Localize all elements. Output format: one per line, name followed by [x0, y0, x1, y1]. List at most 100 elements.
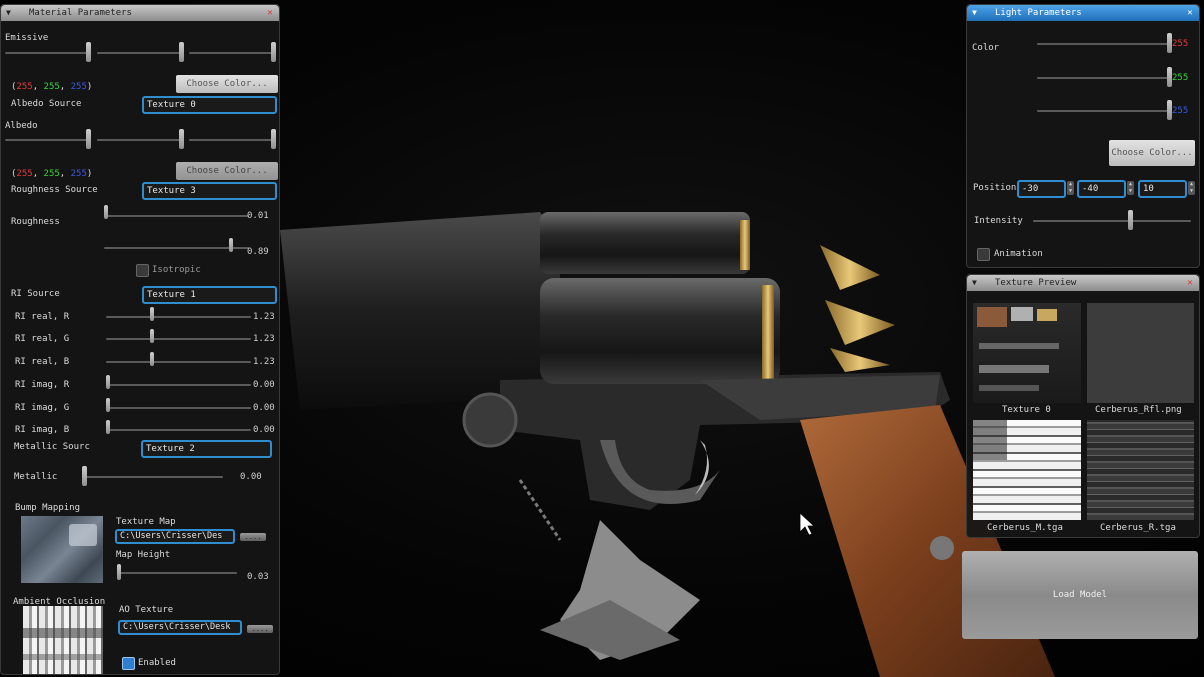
animation-checkbox[interactable] [977, 248, 990, 261]
texture-panel-title: Texture Preview [995, 278, 1077, 288]
ri-imag-g-knob[interactable] [106, 398, 110, 412]
cerberus-r-thumbnail[interactable] [1087, 420, 1194, 520]
position-x-spinner[interactable]: ▲ ▼ [1067, 181, 1074, 195]
ri-real-r-value: 1.23 [253, 312, 275, 322]
roughness-slider-1[interactable] [104, 215, 249, 217]
light-parameters-panel: ▼ Light Parameters ✕ Color 255 255 255 C… [966, 4, 1200, 268]
texture-0-thumbnail[interactable] [973, 303, 1081, 403]
ri-source-select[interactable]: Texture 1 [142, 286, 277, 304]
emissive-b-knob[interactable] [271, 42, 276, 62]
ri-real-g-value: 1.23 [253, 334, 275, 344]
collapse-triangle-icon[interactable]: ▼ [972, 275, 977, 291]
roughness-source-label: Roughness Source [11, 185, 98, 195]
ri-real-b-slider[interactable] [106, 361, 251, 363]
light-choose-color-button[interactable]: Choose Color... [1109, 140, 1195, 166]
texture-map-path-input[interactable]: C:\Users\Crisser\Des [115, 529, 235, 544]
emissive-g-knob[interactable] [179, 42, 184, 62]
ri-imag-g-label: RI imag, G [15, 403, 70, 413]
light-panel-titlebar[interactable]: ▼ Light Parameters ✕ [967, 5, 1199, 21]
ri-imag-r-label: RI imag, R [15, 380, 70, 390]
light-color-label: Color [972, 43, 1000, 53]
collapse-triangle-icon[interactable]: ▼ [972, 5, 977, 21]
albedo-r-knob[interactable] [86, 129, 91, 149]
light-color-b-value: 255 [1172, 106, 1189, 116]
map-height-slider[interactable] [117, 572, 237, 574]
intensity-knob[interactable] [1128, 210, 1133, 230]
ao-texture-thumbnail [23, 606, 103, 674]
ri-source-label: RI Source [11, 289, 60, 299]
ri-real-r-slider[interactable] [106, 316, 251, 318]
ri-real-g-knob[interactable] [150, 329, 154, 343]
ri-real-b-label: RI real, B [15, 357, 70, 367]
ri-imag-r-knob[interactable] [106, 375, 110, 389]
emissive-r-slider[interactable] [5, 52, 91, 54]
light-color-b-slider[interactable] [1037, 110, 1169, 112]
ao-enabled-checkbox[interactable] [122, 657, 135, 670]
position-z-spinner[interactable]: ▲ ▼ [1188, 181, 1195, 195]
cerberus-m-thumbnail[interactable] [973, 420, 1081, 520]
texture-map-browse-button[interactable]: .... [240, 533, 266, 541]
position-x-input[interactable]: -30 [1017, 180, 1066, 198]
roughness-knob-2[interactable] [229, 238, 233, 252]
ri-real-g-label: RI real, G [15, 334, 70, 344]
emissive-r-knob[interactable] [86, 42, 91, 62]
ri-real-r-knob[interactable] [150, 307, 154, 321]
cerberus-rfl-caption: Cerberus_Rfl.png [1095, 405, 1182, 415]
ri-imag-b-slider[interactable] [106, 429, 251, 431]
ri-imag-b-knob[interactable] [106, 420, 110, 434]
material-panel-titlebar[interactable]: ▼ Material Parameters ✕ [1, 5, 279, 21]
albedo-r-slider[interactable] [5, 139, 91, 141]
cerberus-rfl-thumbnail[interactable] [1087, 303, 1194, 403]
emissive-choose-color-button[interactable]: Choose Color... [176, 75, 278, 93]
close-icon[interactable]: ✕ [1185, 8, 1195, 18]
ri-imag-b-label: RI imag, B [15, 425, 70, 435]
ri-real-g-slider[interactable] [106, 338, 251, 340]
ao-texture-browse-button[interactable]: .... [247, 625, 273, 633]
light-color-g-slider[interactable] [1037, 77, 1169, 79]
roughness-value-2: 0.89 [247, 247, 269, 257]
close-icon[interactable]: ✕ [265, 8, 275, 18]
roughness-source-select[interactable]: Texture 3 [142, 182, 277, 200]
map-height-value: 0.03 [247, 572, 269, 582]
ao-texture-path-input[interactable]: C:\Users\Crisser\Desk [118, 620, 242, 635]
albedo-b-knob[interactable] [271, 129, 276, 149]
albedo-choose-color-button[interactable]: Choose Color... [176, 162, 278, 180]
map-height-knob[interactable] [117, 564, 121, 580]
albedo-b-slider[interactable] [189, 139, 275, 141]
isotropic-label: Isotropic [152, 265, 201, 275]
metallic-knob[interactable] [82, 466, 87, 486]
texture-panel-titlebar[interactable]: ▼ Texture Preview ✕ [967, 275, 1199, 291]
collapse-triangle-icon[interactable]: ▼ [6, 5, 11, 21]
close-icon[interactable]: ✕ [1185, 278, 1195, 288]
bump-map-thumbnail [21, 516, 103, 583]
cerberus-m-caption: Cerberus_M.tga [987, 523, 1063, 533]
albedo-g-knob[interactable] [179, 129, 184, 149]
cerberus-r-caption: Cerberus_R.tga [1100, 523, 1176, 533]
roughness-knob-1[interactable] [104, 205, 108, 219]
texture-preview-panel: ▼ Texture Preview ✕ Texture 0 Cerberus_R… [966, 274, 1200, 538]
position-y-spinner[interactable]: ▲ ▼ [1127, 181, 1134, 195]
emissive-b-slider[interactable] [189, 52, 275, 54]
albedo-g-slider[interactable] [97, 139, 183, 141]
ao-enabled-label: Enabled [138, 658, 176, 668]
emissive-g-slider[interactable] [97, 52, 183, 54]
isotropic-checkbox[interactable] [136, 264, 149, 277]
ri-imag-r-slider[interactable] [106, 384, 251, 386]
metallic-slider[interactable] [83, 476, 223, 478]
position-y-input[interactable]: -40 [1077, 180, 1126, 198]
light-color-r-slider[interactable] [1037, 43, 1169, 45]
intensity-label: Intensity [974, 216, 1023, 226]
ri-imag-g-slider[interactable] [106, 407, 251, 409]
load-model-button[interactable]: Load Model [962, 551, 1198, 639]
roughness-slider-2[interactable] [104, 247, 249, 249]
ri-real-b-value: 1.23 [253, 357, 275, 367]
position-z-input[interactable]: 10 [1138, 180, 1187, 198]
albedo-rgb-readout: (255, 255, 255) [11, 169, 93, 179]
albedo-source-select[interactable]: Texture 0 [142, 96, 277, 114]
ri-imag-b-value: 0.00 [253, 425, 275, 435]
ri-real-b-knob[interactable] [150, 352, 154, 366]
material-panel-title: Material Parameters [29, 8, 132, 18]
ri-real-r-label: RI real, R [15, 312, 70, 322]
intensity-slider[interactable] [1033, 220, 1191, 222]
metallic-source-select[interactable]: Texture 2 [141, 440, 272, 458]
